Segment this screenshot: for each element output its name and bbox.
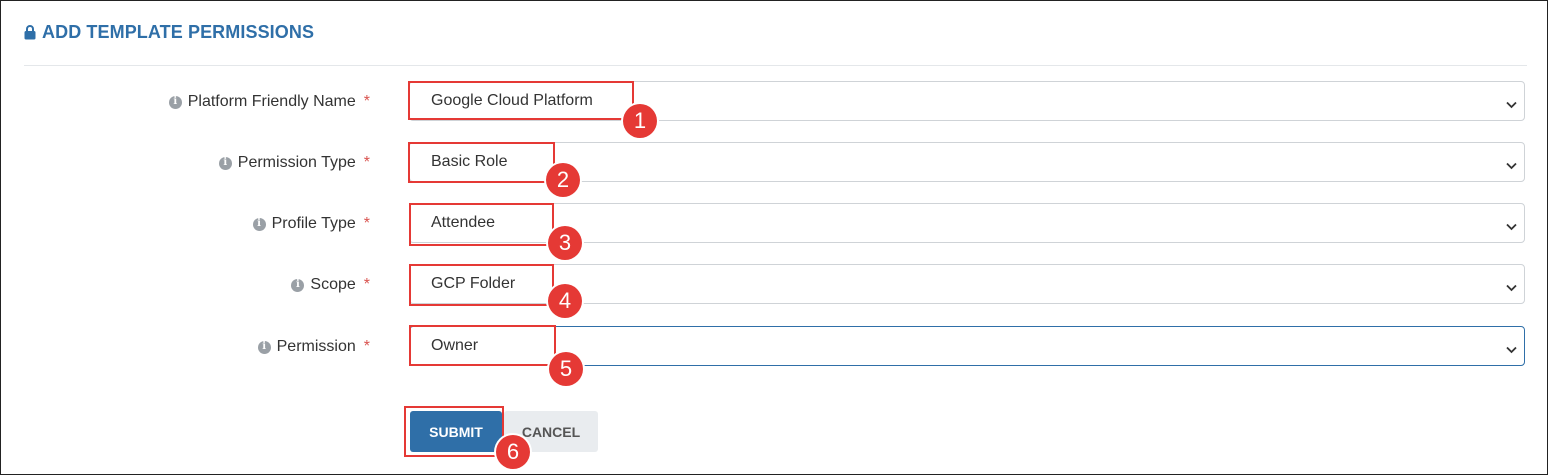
step-badge-5: 5 — [549, 352, 583, 386]
info-icon[interactable]: i — [218, 156, 232, 170]
chevron-down-icon — [1506, 157, 1517, 175]
info-icon[interactable]: i — [168, 95, 182, 109]
page-title: ADD TEMPLATE PERMISSIONS — [24, 22, 314, 43]
permission-label: i Permission * — [257, 337, 370, 357]
required-asterisk: * — [363, 93, 370, 110]
step-badge-2: 2 — [546, 163, 580, 197]
select-value: Google Cloud Platform — [431, 92, 593, 109]
form-panel: ADD TEMPLATE PERMISSIONS i Platform Frie… — [0, 0, 1548, 475]
info-icon[interactable]: i — [257, 340, 271, 354]
field-label-text: Permission Type — [237, 154, 356, 171]
required-asterisk: * — [363, 338, 370, 355]
page-title-text: ADD TEMPLATE PERMISSIONS — [42, 22, 315, 42]
platform-friendly-name-select[interactable]: Google Cloud Platform — [409, 81, 1525, 121]
chevron-down-icon — [1506, 96, 1517, 114]
info-icon[interactable]: i — [252, 217, 266, 231]
field-label-text: Scope — [310, 276, 356, 293]
field-label-text: Platform Friendly Name — [187, 93, 356, 110]
permission-type-label: i Permission Type * — [218, 153, 370, 173]
select-value: Attendee — [431, 214, 496, 231]
step-badge-6: 6 — [496, 435, 530, 469]
submit-button[interactable]: SUBMIT — [410, 411, 502, 452]
platform-friendly-name-label: i Platform Friendly Name * — [168, 92, 370, 112]
info-icon[interactable]: i — [291, 278, 305, 292]
required-asterisk: * — [363, 215, 370, 232]
select-value: Owner — [431, 337, 479, 354]
field-label-text: Permission — [276, 338, 356, 355]
step-badge-3: 3 — [548, 226, 582, 260]
chevron-down-icon — [1506, 218, 1517, 236]
chevron-down-icon — [1506, 341, 1517, 359]
profile-type-label: i Profile Type * — [252, 214, 370, 234]
select-value: Basic Role — [431, 153, 508, 170]
select-value: GCP Folder — [431, 275, 516, 292]
step-badge-4: 4 — [548, 284, 582, 318]
scope-label: i Scope * — [291, 275, 370, 295]
field-label-text: Profile Type — [271, 215, 356, 232]
step-badge-1: 1 — [623, 104, 657, 138]
required-asterisk: * — [363, 154, 370, 171]
required-asterisk: * — [363, 276, 370, 293]
chevron-down-icon — [1506, 279, 1517, 297]
lock-icon — [24, 25, 36, 40]
header-divider — [24, 65, 1527, 66]
